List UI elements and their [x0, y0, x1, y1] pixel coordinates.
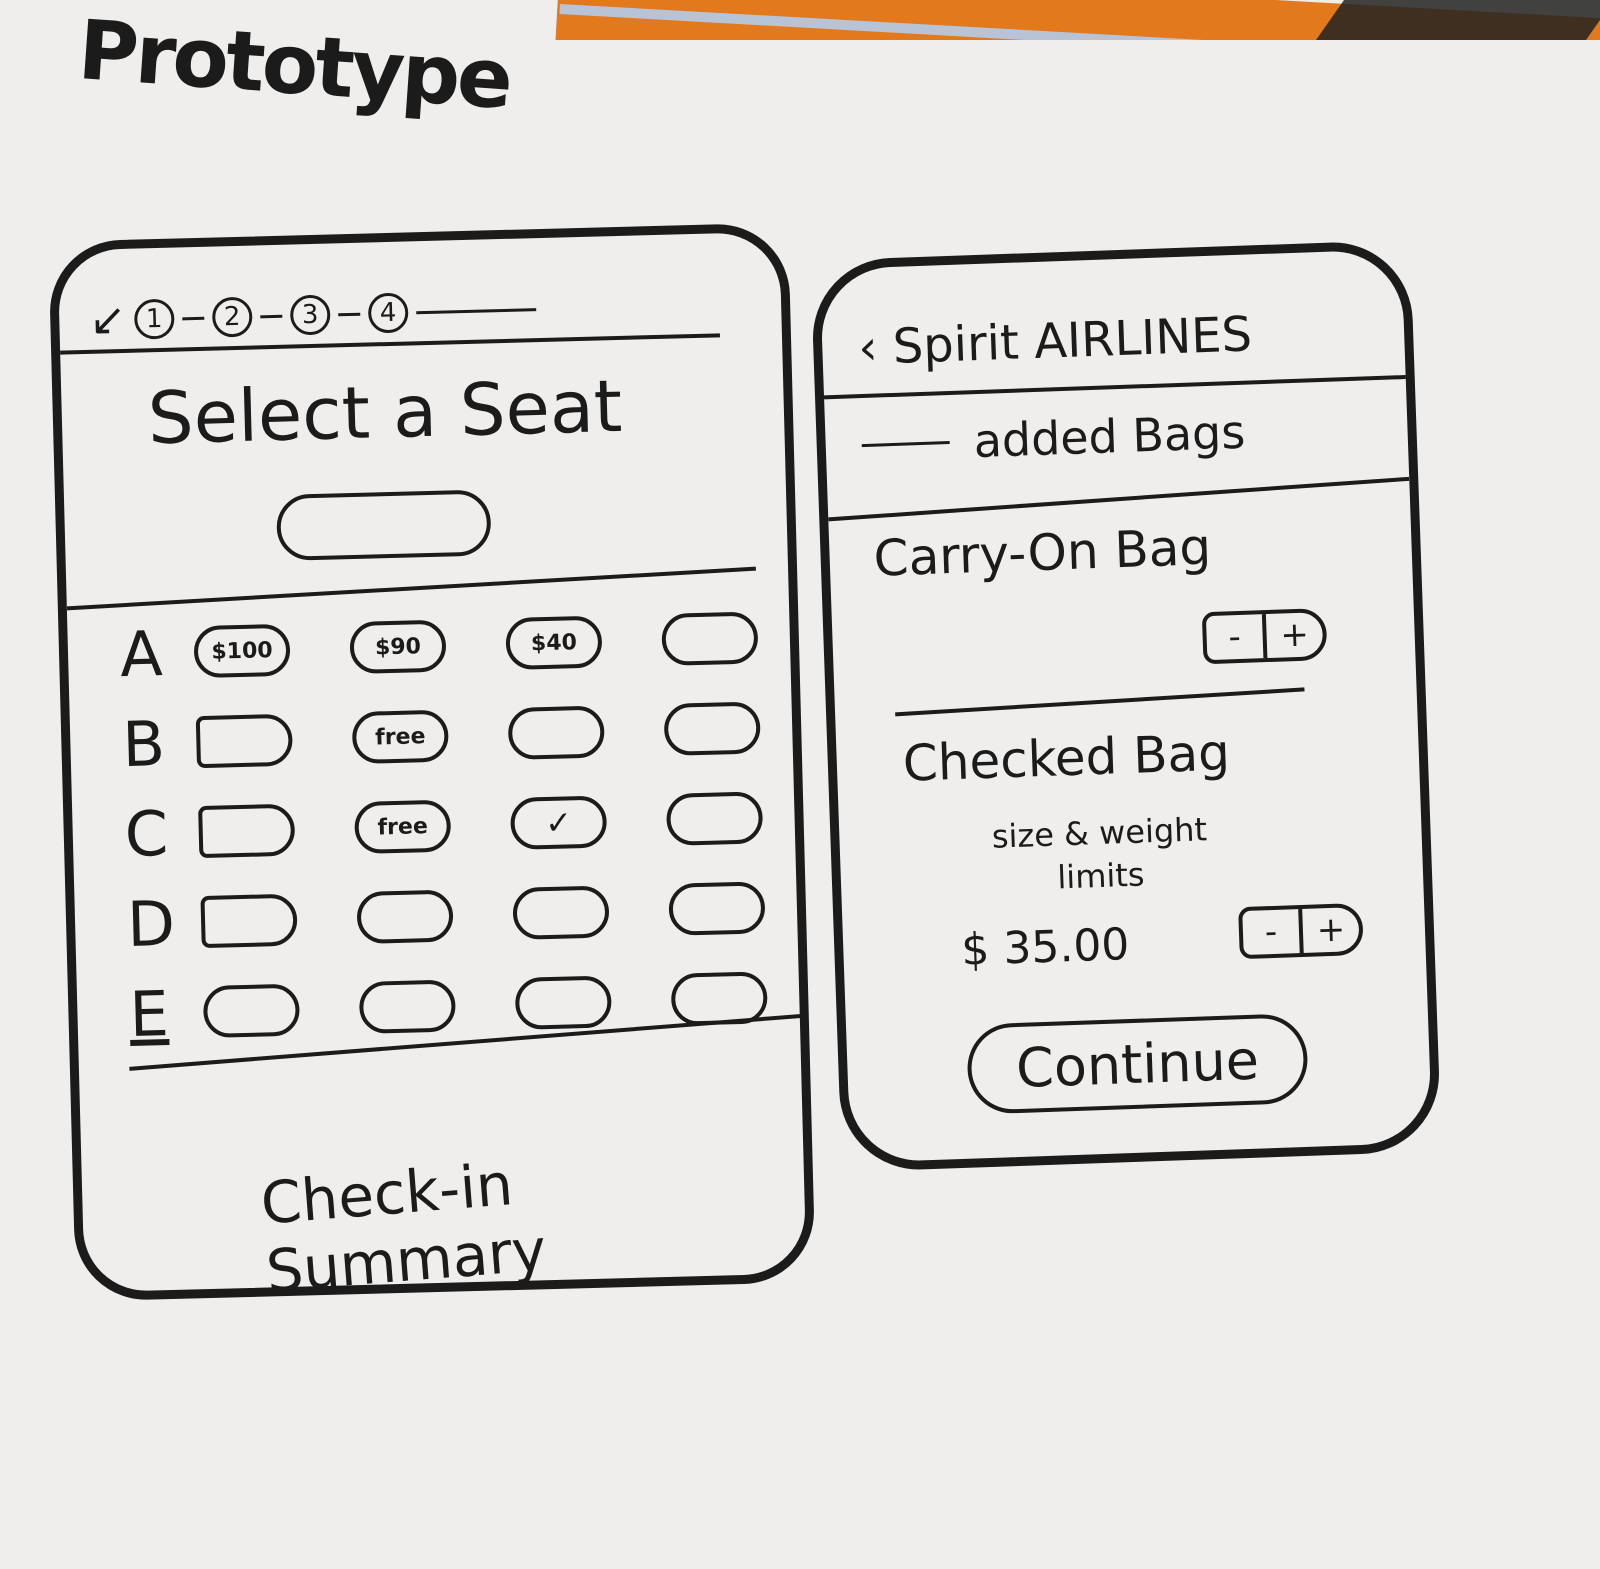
back-chevron-icon[interactable]: ‹	[857, 319, 878, 376]
sub-header-title: added Bags	[972, 404, 1247, 469]
seat-e3[interactable]	[514, 975, 613, 1030]
step-trailing-line	[416, 307, 537, 314]
carry-on-quantity-stepper[interactable]: - +	[1201, 607, 1328, 665]
bags-screen: ‹ Spirit AIRLINES added Bags Carry-On Ba…	[810, 239, 1442, 1173]
seat-a4[interactable]	[661, 611, 759, 666]
seat-b2[interactable]: free	[351, 709, 449, 765]
row-label: C	[123, 796, 170, 871]
seat-filter-pill[interactable]	[275, 489, 492, 561]
checked-bag-plus-button[interactable]: +	[1298, 907, 1360, 954]
checked-bag-minus-button[interactable]: -	[1242, 909, 1300, 955]
row-label: D	[126, 886, 176, 961]
seat-e2[interactable]	[358, 979, 457, 1034]
seat-a3[interactable]: $40	[505, 615, 603, 671]
screen-title: Select a Seat	[146, 363, 624, 461]
seat-row-d: D	[126, 862, 768, 969]
sub-header: added Bags	[861, 405, 1246, 472]
sub-header-dash	[861, 440, 950, 447]
seat-d2[interactable]	[356, 889, 454, 945]
header-divider	[823, 375, 1406, 400]
check-in-summary-link[interactable]: Check-in Summary	[258, 1127, 809, 1305]
seat-c3-selected[interactable]: ✓	[509, 795, 608, 850]
seat-b1[interactable]	[195, 713, 294, 769]
carry-on-minus-button[interactable]: -	[1206, 614, 1264, 660]
dark-corner	[1315, 0, 1600, 40]
step-4[interactable]: 4	[367, 292, 409, 334]
seat-c4[interactable]	[665, 791, 764, 846]
step-connector	[182, 316, 205, 320]
step-1[interactable]: 1	[133, 298, 175, 340]
step-3[interactable]: 3	[289, 294, 331, 336]
step-2[interactable]: 2	[211, 296, 253, 338]
back-arrow-icon[interactable]: ↙	[89, 294, 127, 346]
carry-on-title: Carry-On Bag	[872, 517, 1213, 588]
seat-row-a: A $100 $90 $40	[119, 592, 761, 699]
airline-header: ‹ Spirit AIRLINES	[857, 306, 1253, 376]
continue-button[interactable]: Continue	[966, 1012, 1309, 1115]
checked-bag-limits-note: size & weight limits	[949, 807, 1252, 904]
step-connector	[338, 312, 361, 316]
checked-bag-price: $ 35.00	[960, 919, 1131, 976]
seat-row-b: B free	[121, 682, 763, 789]
seat-d4[interactable]	[668, 881, 766, 936]
checked-bag-quantity-stepper[interactable]: - +	[1238, 902, 1364, 960]
row-label: B	[121, 706, 166, 781]
seat-d1[interactable]	[200, 893, 298, 949]
row-label: A	[119, 616, 164, 691]
checked-bag-title: Checked Bag	[901, 723, 1231, 793]
seat-selection-screen: ↙ 1 2 3 4 Select a Seat A $100 $90 $40 B…	[48, 222, 816, 1306]
step-connector	[260, 314, 283, 318]
carry-on-plus-button[interactable]: +	[1261, 612, 1324, 659]
seat-map: A $100 $90 $40 B free C free ✓ D E	[119, 592, 771, 1059]
seat-c1[interactable]	[198, 803, 296, 859]
seat-b3[interactable]	[507, 705, 605, 760]
seat-row-c: C free ✓	[124, 772, 766, 879]
row-label: E	[128, 976, 170, 1051]
seat-a1[interactable]: $100	[193, 623, 291, 679]
seat-b4[interactable]	[663, 701, 761, 756]
seat-d3[interactable]	[512, 885, 610, 940]
subheader-divider	[828, 476, 1410, 522]
seat-e1[interactable]	[202, 983, 301, 1039]
seat-a2[interactable]: $90	[349, 619, 447, 675]
section-divider	[895, 687, 1305, 717]
airline-name: Spirit AIRLINES	[891, 306, 1253, 375]
seat-c2[interactable]: free	[354, 799, 452, 855]
